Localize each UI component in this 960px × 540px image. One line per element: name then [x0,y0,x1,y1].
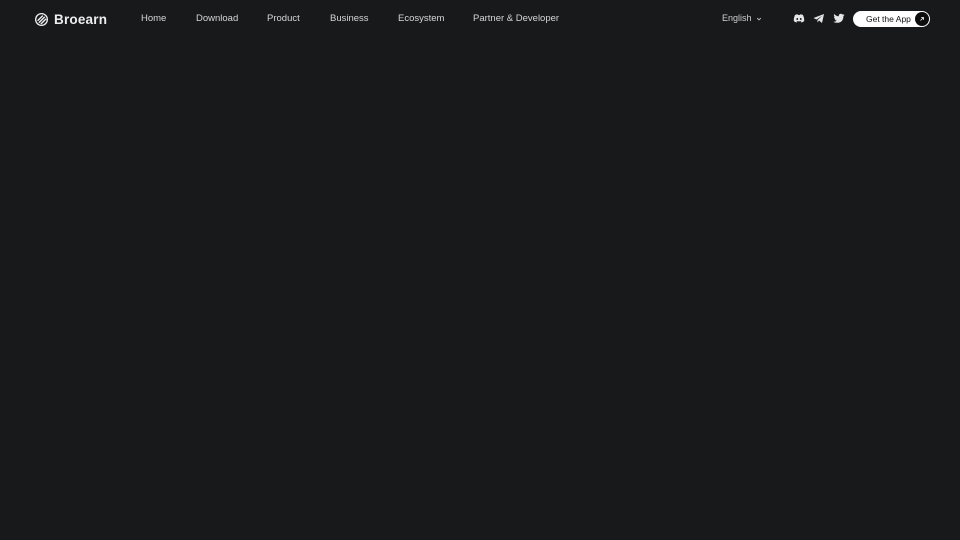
get-the-app-button[interactable]: Get the App [853,11,930,27]
language-selector[interactable]: English [722,12,762,25]
nav-item-product[interactable]: Product [267,12,300,25]
chevron-down-icon [756,17,761,20]
discord-icon [793,14,805,23]
broearn-logo-icon [35,12,48,26]
language-label: English [722,13,752,23]
nav-item-download[interactable]: Download [196,12,238,25]
brand-logo[interactable]: Broearn [35,11,107,27]
twitter-icon [833,13,845,23]
arrow-up-right-icon [915,12,929,26]
brand-name: Broearn [54,11,108,27]
nav-item-ecosystem[interactable]: Ecosystem [398,12,444,25]
discord-link[interactable] [793,13,805,24]
twitter-link[interactable] [833,13,845,24]
get-the-app-label: Get the App [866,14,911,24]
nav-item-business[interactable]: Business [330,12,369,25]
telegram-link[interactable] [813,13,825,24]
nav-item-home[interactable]: Home [141,12,166,25]
telegram-icon [813,14,824,23]
site-header: Broearn Home Download Product Business E… [0,0,960,37]
nav-item-partner-developer[interactable]: Partner & Developer [473,12,559,25]
main-content-area [0,37,960,540]
